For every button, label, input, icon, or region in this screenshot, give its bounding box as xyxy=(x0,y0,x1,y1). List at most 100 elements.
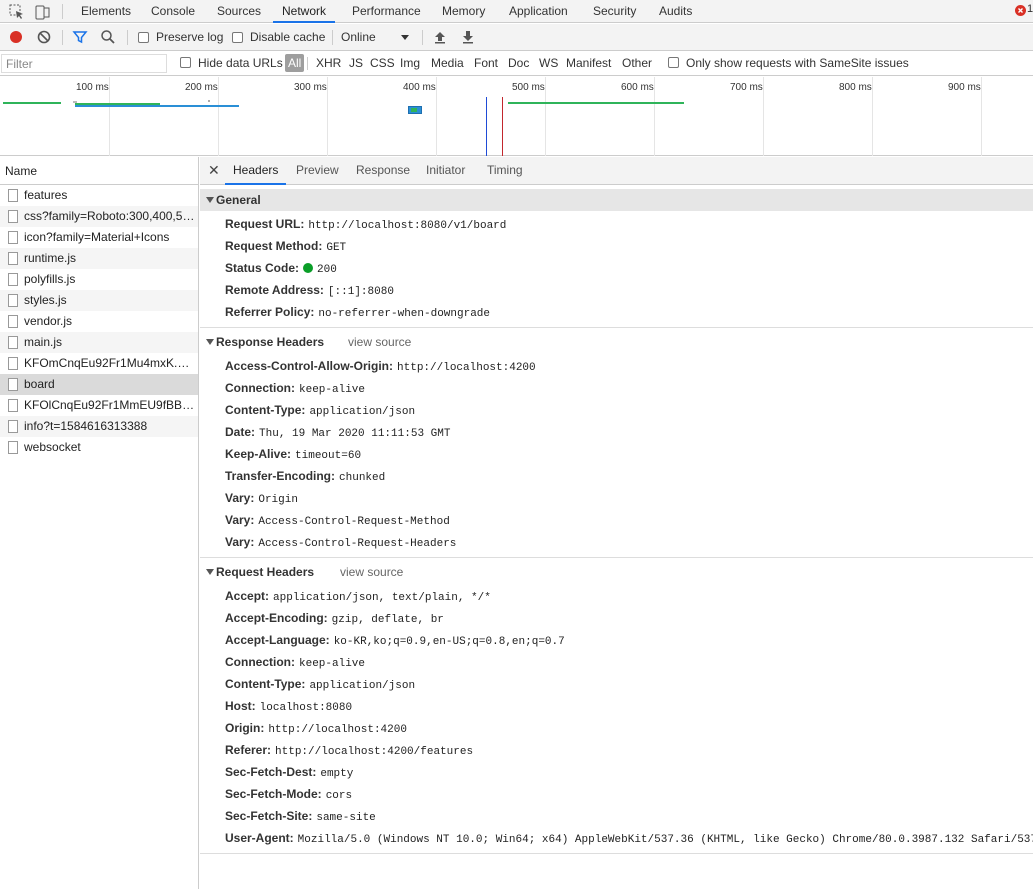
file-icon xyxy=(8,189,18,202)
disable-cache-label[interactable]: Disable cache xyxy=(250,30,325,44)
header-row: Content-Type: application/json xyxy=(225,403,416,418)
tab-elements[interactable]: Elements xyxy=(81,0,131,23)
tab-audits[interactable]: Audits xyxy=(659,0,692,23)
request-row[interactable]: KFOmCnqEu92Fr1Mu4mxK.wo... xyxy=(0,353,198,374)
header-row: Host: localhost:8080 xyxy=(225,699,353,714)
request-row[interactable]: polyfills.js xyxy=(0,269,198,290)
timing-bar xyxy=(3,102,61,104)
preserve-log-checkbox[interactable] xyxy=(138,32,149,43)
network-overview[interactable]: 100 ms 200 ms 300 ms 400 ms 500 ms 600 m… xyxy=(0,77,1033,156)
response-headers-section-header[interactable]: Response Headers view source xyxy=(200,331,1033,353)
tab-memory[interactable]: Memory xyxy=(442,0,485,23)
chevron-down-icon[interactable] xyxy=(401,35,409,40)
request-row[interactable]: features xyxy=(0,185,198,206)
tick-label: 200 ms xyxy=(185,82,218,93)
request-row[interactable]: info?t=1584616313388 xyxy=(0,416,198,437)
general-section-header[interactable]: General xyxy=(200,189,1033,211)
header-row: Accept-Encoding: gzip, deflate, br xyxy=(225,611,444,626)
import-har-icon[interactable] xyxy=(432,29,448,45)
view-source-link[interactable]: view source xyxy=(340,561,403,583)
tab-security[interactable]: Security xyxy=(593,0,636,23)
header-row: Request URL: http://localhost:8080/v1/boa… xyxy=(225,217,507,232)
header-row: User-Agent: Mozilla/5.0 (Windows NT 10.0;… xyxy=(225,831,1033,846)
request-row-selected[interactable]: board xyxy=(0,374,198,395)
preserve-log-label[interactable]: Preserve log xyxy=(156,30,223,44)
tab-network[interactable]: Network xyxy=(273,0,336,23)
request-row[interactable]: KFOlCnqEu92Fr1MmEU9fBBc4... xyxy=(0,395,198,416)
collapse-triangle-icon xyxy=(206,339,214,345)
filter-type-media[interactable]: Media xyxy=(431,56,464,70)
hide-data-urls-label[interactable]: Hide data URLs xyxy=(198,56,283,70)
export-har-icon[interactable] xyxy=(460,29,476,45)
tab-console[interactable]: Console xyxy=(151,0,195,23)
filter-type-css[interactable]: CSS xyxy=(370,56,395,70)
request-row[interactable]: runtime.js xyxy=(0,248,198,269)
throttling-select[interactable]: Online xyxy=(341,30,376,44)
tab-response[interactable]: Response xyxy=(356,157,410,185)
file-icon xyxy=(8,378,18,391)
filter-type-img[interactable]: Img xyxy=(400,56,420,70)
grid-line xyxy=(981,77,982,156)
tab-initiator[interactable]: Initiator xyxy=(426,157,465,185)
header-row: Connection: keep-alive xyxy=(225,655,366,670)
tab-headers[interactable]: Headers xyxy=(225,157,287,185)
timing-bar xyxy=(75,105,239,107)
network-toolbar: Preserve log Disable cache Online xyxy=(0,24,1033,51)
filter-type-manifest[interactable]: Manifest xyxy=(566,56,611,70)
disable-cache-checkbox[interactable] xyxy=(232,32,243,43)
tick-label: 900 ms xyxy=(948,82,981,93)
request-headers-section-header[interactable]: Request Headers view source xyxy=(200,561,1033,583)
header-row: Date: Thu, 19 Mar 2020 11:11:53 GMT xyxy=(225,425,451,440)
request-row[interactable]: css?family=Roboto:300,400,50... xyxy=(0,206,198,227)
search-icon[interactable] xyxy=(100,29,116,45)
tick-label: 300 ms xyxy=(294,82,327,93)
grid-line xyxy=(218,77,219,156)
filter-icon[interactable] xyxy=(72,29,88,45)
filter-type-other[interactable]: Other xyxy=(622,56,652,70)
filter-type-doc[interactable]: Doc xyxy=(508,56,529,70)
hide-data-urls-checkbox[interactable] xyxy=(180,57,191,68)
tab-application[interactable]: Application xyxy=(509,0,568,23)
tab-timing[interactable]: Timing xyxy=(487,157,523,185)
status-ok-icon xyxy=(303,263,314,273)
tick-label: 400 ms xyxy=(403,82,436,93)
request-row[interactable]: websocket xyxy=(0,437,198,458)
header-row: Referer: http://localhost:4200/features xyxy=(225,743,474,758)
close-icon[interactable]: ✕ xyxy=(208,162,220,179)
header-row: Referrer Policy: no-referrer-when-downgra… xyxy=(225,305,491,320)
request-row[interactable]: main.js xyxy=(0,332,198,353)
grid-line xyxy=(109,77,110,156)
device-toolbar-icon[interactable] xyxy=(33,3,51,21)
tab-preview[interactable]: Preview xyxy=(296,157,339,185)
request-row[interactable]: styles.js xyxy=(0,290,198,311)
error-count: 1 xyxy=(1027,3,1033,15)
filter-type-font[interactable]: Font xyxy=(474,56,498,70)
name-column-header[interactable]: Name xyxy=(0,157,198,185)
inspect-element-icon[interactable] xyxy=(8,3,26,21)
samesite-checkbox[interactable] xyxy=(668,57,679,68)
detail-tab-bar: ✕ Headers Preview Response Initiator Tim… xyxy=(200,157,1033,185)
filter-type-xhr[interactable]: XHR xyxy=(316,56,341,70)
samesite-label[interactable]: Only show requests with SameSite issues xyxy=(686,56,909,70)
tab-performance[interactable]: Performance xyxy=(352,0,421,23)
tick-label: 600 ms xyxy=(621,82,654,93)
filter-bar: Hide data URLs All XHR JS CSS Img Media … xyxy=(0,51,1033,76)
request-row[interactable]: vendor.js xyxy=(0,311,198,332)
header-row: Vary: Access-Control-Request-Headers xyxy=(225,535,457,550)
error-counter[interactable]: 1 xyxy=(1015,3,1033,18)
filter-input[interactable] xyxy=(1,54,167,73)
file-icon xyxy=(8,441,18,454)
header-row: Sec-Fetch-Mode: cors xyxy=(225,787,353,802)
filter-type-js[interactable]: JS xyxy=(349,56,363,70)
grid-line xyxy=(872,77,873,156)
filter-type-ws[interactable]: WS xyxy=(539,56,558,70)
tick-label: 500 ms xyxy=(512,82,545,93)
grid-line xyxy=(654,77,655,156)
section-divider xyxy=(200,327,1033,328)
view-source-link[interactable]: view source xyxy=(348,331,411,353)
filter-type-all[interactable]: All xyxy=(285,54,305,72)
request-row[interactable]: icon?family=Material+Icons xyxy=(0,227,198,248)
tab-sources[interactable]: Sources xyxy=(217,0,261,23)
clear-icon[interactable] xyxy=(36,29,52,45)
record-icon[interactable] xyxy=(8,29,24,45)
